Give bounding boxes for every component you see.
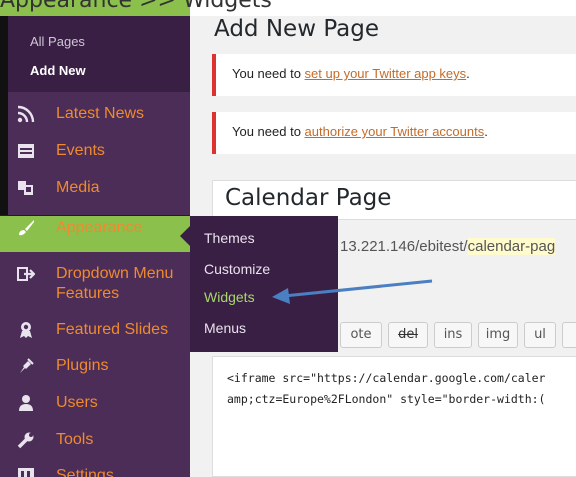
- setup-twitter-keys-link[interactable]: set up your Twitter app keys: [305, 66, 467, 81]
- sidebar-item-label: Featured Slides: [56, 321, 169, 338]
- flyout-item-themes[interactable]: Themes: [204, 230, 255, 246]
- flyout-item-menus[interactable]: Menus: [204, 320, 246, 336]
- sidebar-item-plugins[interactable]: Plugins: [0, 354, 190, 390]
- settings-icon: [16, 467, 36, 477]
- dropdown-icon: [16, 265, 36, 285]
- quicktag-quote-button[interactable]: ote: [340, 322, 382, 348]
- quicktag-ins-button[interactable]: ins: [434, 322, 472, 348]
- editor-textarea[interactable]: <iframe src="https://calendar.google.com…: [212, 356, 576, 477]
- quicktag-more-button[interactable]: [562, 322, 576, 348]
- flyout-item-widgets[interactable]: Widgets: [204, 289, 255, 305]
- sidebar-item-label: Events: [56, 142, 105, 159]
- code-line: <iframe src="https://calendar.google.com…: [227, 371, 546, 385]
- code-line: amp;ctz=Europe%2FLondon" style="border-w…: [227, 392, 546, 406]
- notice-twitter-keys: You need to set up your Twitter app keys…: [212, 54, 576, 96]
- submenu-all-pages[interactable]: All Pages: [30, 34, 85, 49]
- post-title-text: Calendar Page: [225, 185, 392, 211]
- submenu-add-new[interactable]: Add New: [30, 63, 86, 78]
- sidebar-item-users[interactable]: Users: [0, 391, 190, 427]
- sidebar-item-settings[interactable]: Settings: [0, 464, 190, 477]
- sidebar-item-appearance[interactable]: Appearance: [0, 216, 190, 252]
- award-icon: [16, 321, 36, 341]
- sidebar-item-latest-news[interactable]: Latest News: [0, 102, 190, 138]
- quicktag-ul-button[interactable]: ul: [524, 322, 556, 348]
- sidebar-item-featured-slides[interactable]: Featured Slides: [0, 318, 190, 354]
- pages-submenu: All Pages Add New: [0, 16, 190, 92]
- sidebar-item-events[interactable]: Events: [0, 139, 190, 175]
- sidebar-item-dropdown-menu-features[interactable]: Dropdown Menu Features: [0, 262, 190, 310]
- sidebar-item-label: Latest News: [56, 105, 145, 122]
- plugin-icon: [16, 357, 36, 377]
- admin-sidebar: All Pages Add New Latest News Events Med…: [0, 16, 190, 477]
- sidebar-item-media[interactable]: Media: [0, 176, 190, 212]
- permalink: 13.221.146/ebitest/calendar-pag: [340, 238, 556, 255]
- flyout-caret: [180, 226, 190, 246]
- quicktag-img-button[interactable]: img: [478, 322, 518, 348]
- sidebar-item-label: Settings: [56, 467, 114, 477]
- paintbrush-icon: [16, 219, 36, 239]
- sidebar-item-tools[interactable]: Tools: [0, 428, 190, 464]
- appearance-flyout-menu: Themes Customize Widgets Menus: [180, 216, 338, 352]
- authorize-twitter-link[interactable]: authorize your Twitter accounts: [305, 124, 485, 139]
- post-title-input[interactable]: Calendar Page: [212, 180, 576, 220]
- top-caption-strip: Appearance >> Widgets: [0, 0, 576, 16]
- sidebar-item-label: Users: [56, 394, 98, 411]
- top-caption: Appearance >> Widgets: [0, 0, 272, 13]
- user-icon: [16, 394, 36, 414]
- calendar-icon: [16, 142, 36, 162]
- notice-text: You need to set up your Twitter app keys…: [232, 66, 470, 81]
- sidebar-item-label: Tools: [56, 431, 94, 448]
- flyout-item-customize[interactable]: Customize: [204, 261, 270, 277]
- notice-twitter-accounts: You need to authorize your Twitter accou…: [212, 112, 576, 154]
- media-icon: [16, 179, 36, 199]
- wrench-icon: [16, 431, 36, 451]
- permalink-slug[interactable]: calendar-pag: [467, 238, 556, 255]
- sidebar-item-label: Media: [56, 179, 100, 196]
- sidebar-item-label: Plugins: [56, 357, 109, 374]
- quicktag-del-button[interactable]: del: [388, 322, 428, 348]
- notice-text: You need to authorize your Twitter accou…: [232, 124, 488, 139]
- page-title: Add New Page: [214, 16, 379, 42]
- sidebar-item-label: Appearance: [56, 219, 143, 236]
- sidebar-item-label-line1: Dropdown Menu: [56, 265, 174, 282]
- sidebar-item-label-line2: Features: [56, 285, 120, 302]
- rss-icon: [16, 105, 36, 125]
